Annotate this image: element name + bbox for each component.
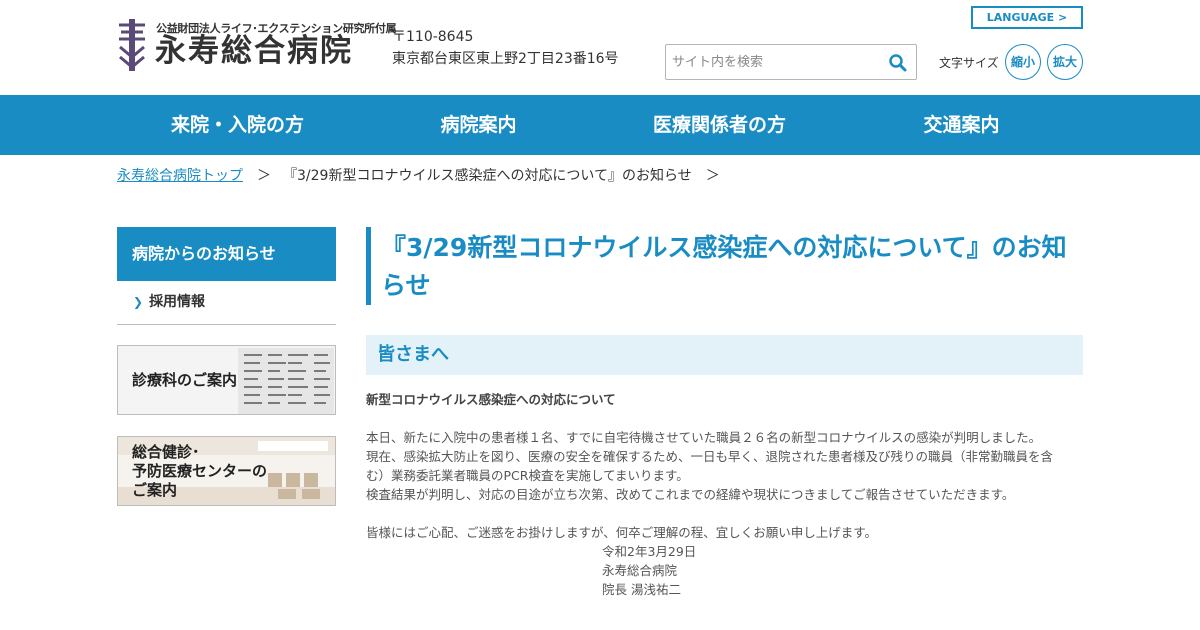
search-box <box>665 44 917 80</box>
site-header: 公益財団法人ライフ･エクステンション研究所付属 永寿総合病院 〒110-8645… <box>0 0 1200 95</box>
nav-item-medical-professionals[interactable]: 医療関係者の方 <box>599 95 840 155</box>
sidebar-item-recruit[interactable]: ❯ 採用情報 <box>117 281 336 325</box>
notice-paragraph: 現在、感染拡大防止を図り、医療の安全を確保するため、一日も早く、退院された患者様… <box>366 449 1054 464</box>
breadcrumb: 永寿総合病院トップ ＞ 『3/29新型コロナウイルス感染症への対応について』のお知ら… <box>117 166 732 186</box>
font-shrink-button[interactable]: 縮小 <box>1005 44 1041 80</box>
signature-date: 令和2年3月29日 <box>602 544 697 559</box>
signature-organization: 永寿総合病院 <box>602 563 678 578</box>
banner-label-line3: ご案内 <box>132 481 178 499</box>
postal-code: 〒110-8645 <box>392 29 474 45</box>
departments-banner[interactable]: 診療科のご案内 <box>117 345 336 415</box>
logo-mark-icon[interactable] <box>117 19 147 71</box>
title-accent-bar <box>366 227 371 305</box>
language-button[interactable]: LANGUAGE > <box>971 6 1083 29</box>
breadcrumb-separator: ＞ <box>257 168 271 184</box>
notice-subtitle: 新型コロナウイルス感染症への対応について <box>366 392 616 407</box>
sidebar-item-label: 採用情報 <box>149 294 206 310</box>
breadcrumb-home-link[interactable]: 永寿総合病院トップ <box>117 168 243 184</box>
global-nav: 来院・入院の方 病院案内 医療関係者の方 交通案内 <box>0 95 1200 155</box>
banner-label: 診療科のご案内 <box>132 371 238 389</box>
search-input[interactable] <box>672 52 882 72</box>
signature-person: 院長 湯浅祐二 <box>602 582 681 597</box>
font-size-label: 文字サイズ <box>939 56 999 70</box>
banner-label-line1: 総合健診･ <box>132 443 200 461</box>
nav-item-hospital-info[interactable]: 病院案内 <box>358 95 599 155</box>
banner-label-line2: 予防医療センターの <box>132 462 268 480</box>
search-icon[interactable] <box>888 53 908 73</box>
breadcrumb-separator-trailing: ＞ <box>705 168 720 184</box>
nav-item-access[interactable]: 交通案内 <box>840 95 1083 155</box>
notice-paragraph: 皆様にはご心配、ご迷惑をお掛けしますが、何卒ご理解の程、宜しくお願い申し上げます… <box>366 525 878 540</box>
chevron-right-icon: ❯ <box>133 295 144 309</box>
banner-label: 総合健診･ 予防医療センターの ご案内 <box>132 443 267 500</box>
notice-paragraph: む）業務委託業者職員のPCR検査を実施してまいります。 <box>366 468 689 483</box>
notice-paragraph: 検査結果が判明し、対応の目途が立ち次第、改めてこれまでの経緯や現状につきましてご… <box>366 487 1015 502</box>
sidebar-heading[interactable]: 病院からのお知らせ <box>117 227 336 281</box>
street-address: 東京都台東区東上野2丁目23番16号 <box>392 51 619 67</box>
nav-item-visitors[interactable]: 来院・入院の方 <box>117 95 358 155</box>
checkup-center-banner[interactable]: 総合健診･ 予防医療センターの ご案内 <box>117 436 336 506</box>
section-heading: 皆さまへ <box>366 335 1083 375</box>
notice-paragraph: 本日、新たに入院中の患者様１名、すでに自宅待機させていた職員２６名の新型コロナウ… <box>366 430 1042 445</box>
logo-title[interactable]: 永寿総合病院 <box>155 33 353 69</box>
address-block: 〒110-8645 東京都台東区東上野2丁目23番16号 <box>392 26 619 70</box>
page-title: 『3/29新型コロナウイルス感染症への対応について』のお知らせ <box>381 233 1067 300</box>
font-enlarge-button[interactable]: 拡大 <box>1047 44 1083 80</box>
breadcrumb-current: 『3/29新型コロナウイルス感染症への対応について』のお知らせ <box>283 168 692 184</box>
